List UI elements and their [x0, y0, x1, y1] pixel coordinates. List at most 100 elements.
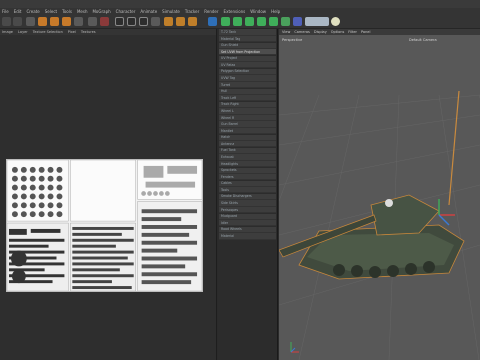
- object-label: Track Left: [221, 95, 237, 100]
- object-row[interactable]: Mantlet: [219, 128, 276, 135]
- menu-window[interactable]: Window: [250, 9, 266, 14]
- menu-simulate[interactable]: Simulate: [162, 9, 180, 14]
- object-row[interactable]: Fuel Tank: [219, 147, 276, 154]
- object-row[interactable]: Tools: [219, 187, 276, 194]
- object-row[interactable]: Mudguard: [219, 213, 276, 220]
- texture-menu-textures[interactable]: Textures: [81, 30, 96, 34]
- texture-menu-bar: Image Layer Texture Selection Pixel Text…: [0, 29, 216, 35]
- object-label: Antenna: [221, 141, 235, 146]
- object-row[interactable]: Exhaust: [219, 154, 276, 161]
- object-row[interactable]: UVW Tag: [219, 75, 276, 82]
- menu-help[interactable]: Help: [271, 9, 280, 14]
- cube-icon[interactable]: [208, 17, 217, 26]
- object-row[interactable]: Polygon Selection: [219, 68, 276, 76]
- object-row[interactable]: Material Tag: [219, 35, 276, 43]
- object-row[interactable]: Fenders: [219, 174, 276, 181]
- object-label: UV Relax: [221, 62, 236, 67]
- object-row[interactable]: Hatch: [219, 134, 276, 141]
- texture-menu-image[interactable]: Image: [2, 30, 13, 34]
- live-select-icon[interactable]: [100, 17, 109, 26]
- cloner-icon[interactable]: [257, 17, 266, 26]
- field-icon[interactable]: [281, 17, 290, 26]
- menu-create[interactable]: Create: [26, 9, 39, 14]
- menu-edit[interactable]: Edit: [14, 9, 22, 14]
- object-row[interactable]: Gun Barrel: [219, 121, 276, 128]
- menu-mograph[interactable]: MoGraph: [92, 9, 110, 14]
- camera-icon[interactable]: [305, 17, 329, 26]
- viewport-menu-panel[interactable]: Panel: [361, 30, 370, 34]
- z-axis-icon[interactable]: [139, 17, 148, 26]
- render-view-icon[interactable]: [164, 17, 173, 26]
- scale-tool-icon[interactable]: [50, 17, 59, 26]
- object-row[interactable]: Periscopes: [219, 207, 276, 214]
- object-label: Periscopes: [221, 207, 238, 212]
- object-label: UV Project: [221, 56, 238, 61]
- object-row[interactable]: UV Project: [219, 55, 276, 62]
- move-tool-icon[interactable]: [38, 17, 47, 26]
- object-row-selected[interactable]: Set UVW from Projection: [219, 49, 276, 56]
- menu-extensions[interactable]: Extensions: [224, 9, 246, 14]
- object-row[interactable]: Material: [219, 233, 276, 240]
- object-row[interactable]: Wheel R: [219, 114, 276, 122]
- object-label: Tools: [221, 187, 229, 192]
- object-row[interactable]: Sprockets: [219, 167, 276, 174]
- object-label: Smoke Dischargers: [221, 194, 252, 199]
- rotate-tool-icon[interactable]: [62, 17, 71, 26]
- object-label: Side Skirts: [221, 201, 238, 206]
- object-label: Gun Shield: [221, 43, 239, 48]
- object-row[interactable]: Wheel L: [219, 108, 276, 115]
- texture-menu-pixel[interactable]: Pixel: [68, 30, 76, 34]
- object-row[interactable]: Track Right: [219, 101, 276, 108]
- live-selection-icon[interactable]: [26, 17, 35, 26]
- perspective-viewport[interactable]: View Cameras Display Options Filter Pane…: [279, 29, 480, 360]
- object-row[interactable]: Smoke Dischargers: [219, 193, 276, 201]
- main-toolbar: [0, 15, 480, 29]
- object-label: Fuel Tank: [221, 148, 236, 153]
- viewport-menu-cameras[interactable]: Cameras: [294, 30, 310, 34]
- object-row[interactable]: UV Relax: [219, 62, 276, 69]
- menu-select[interactable]: Select: [45, 9, 57, 14]
- object-row[interactable]: Turret: [219, 82, 276, 89]
- object-row[interactable]: T-72 Tank: [219, 29, 276, 36]
- coordinate-system-icon[interactable]: [151, 17, 160, 26]
- viewport-menu-filter[interactable]: Filter: [348, 30, 357, 34]
- viewport-menu-options[interactable]: Options: [331, 30, 345, 34]
- x-axis-icon[interactable]: [115, 17, 124, 26]
- undo-icon[interactable]: [2, 17, 11, 26]
- menu-mesh[interactable]: Mesh: [77, 9, 88, 14]
- light-icon[interactable]: [331, 17, 340, 26]
- subdivision-icon[interactable]: [233, 17, 242, 26]
- menu-animate[interactable]: Animate: [140, 9, 157, 14]
- texture-menu-texture-selection[interactable]: Texture Selection: [33, 30, 63, 34]
- pen-spline-icon[interactable]: [221, 17, 230, 26]
- uv-texture-map[interactable]: [6, 159, 203, 292]
- menu-tools[interactable]: Tools: [62, 9, 72, 14]
- object-label: Set UVW from Projection: [221, 49, 261, 54]
- menu-file[interactable]: File: [2, 9, 9, 14]
- deformer-icon[interactable]: [269, 17, 278, 26]
- environment-icon[interactable]: [293, 17, 302, 26]
- redo-icon[interactable]: [13, 17, 22, 26]
- object-row[interactable]: Cables: [219, 180, 276, 187]
- object-row[interactable]: Side Skirts: [219, 200, 276, 207]
- object-row[interactable]: Idler: [219, 220, 276, 227]
- recent-tools-icon[interactable]: [74, 17, 83, 26]
- y-axis-icon[interactable]: [127, 17, 136, 26]
- object-label: Track Right: [221, 102, 239, 107]
- render-settings-icon[interactable]: [188, 17, 197, 26]
- menu-tracker[interactable]: Tracker: [185, 9, 199, 14]
- object-row[interactable]: Gun Shield: [219, 42, 276, 49]
- object-row[interactable]: Headlights: [219, 160, 276, 168]
- menu-character[interactable]: Character: [116, 9, 136, 14]
- object-row[interactable]: Hull: [219, 88, 276, 95]
- array-icon[interactable]: [245, 17, 254, 26]
- viewport-menu-display[interactable]: Display: [314, 30, 327, 34]
- object-row[interactable]: Antenna: [219, 141, 276, 148]
- object-row[interactable]: Road Wheels: [219, 226, 276, 233]
- render-picture-viewer-icon[interactable]: [176, 17, 185, 26]
- texture-menu-layer[interactable]: Layer: [18, 30, 28, 34]
- menu-render[interactable]: Render: [204, 9, 218, 14]
- select-tool-icon[interactable]: [88, 17, 97, 26]
- viewport-menu-view[interactable]: View: [282, 30, 290, 34]
- object-row[interactable]: Track Left: [219, 95, 276, 102]
